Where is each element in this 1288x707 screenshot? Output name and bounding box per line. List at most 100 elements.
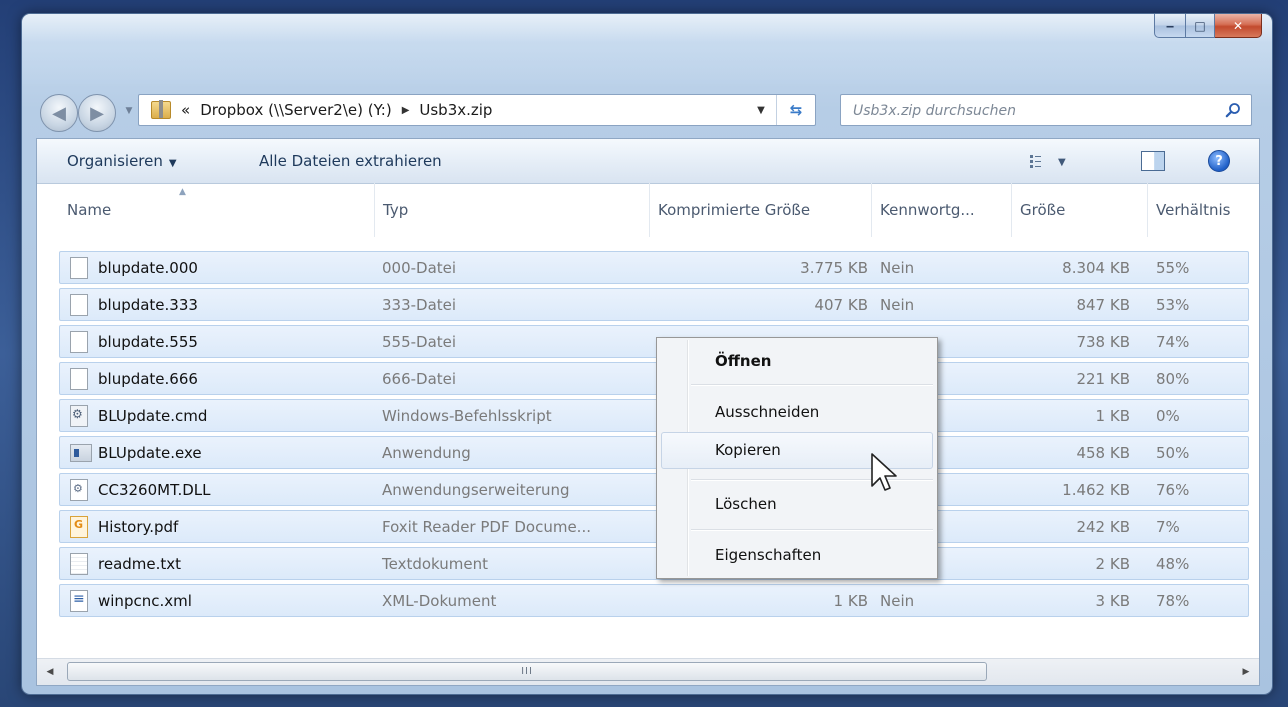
context-menu-cut[interactable]: Ausschneiden [715,403,819,421]
maximize-button[interactable]: □ [1186,14,1215,38]
pdf-file-icon [70,516,88,538]
text-file-icon [70,553,88,575]
help-icon: ? [1215,153,1223,169]
forward-button[interactable]: ▶ [78,94,116,132]
blank-file-icon [70,257,88,279]
file-name: readme.txt [98,555,182,573]
file-type: XML-Dokument [382,592,497,610]
file-name: blupdate.333 [98,296,198,314]
file-row[interactable]: readme.txt Textdokument 2 KB 48% [59,547,1249,580]
breadcrumb-usb3x-zip[interactable]: Usb3x.zip [419,101,492,119]
scroll-right-button[interactable]: ▶ [1239,664,1253,680]
file-name: blupdate.555 [98,333,198,351]
refresh-icon: ⇆ [789,101,803,119]
context-menu-delete[interactable]: Löschen [715,495,777,513]
file-ratio: 50% [1156,444,1190,462]
application-icon [70,444,92,462]
file-row[interactable]: BLUpdate.exe Anwendung 458 KB 50% [59,436,1249,469]
context-menu-copy[interactable]: Kopieren [715,441,781,459]
horizontal-scrollbar[interactable]: ◀ III ▶ [37,658,1259,685]
file-row[interactable]: winpcnc.xml XML-Dokument 1 KB Nein 3 KB … [59,584,1249,617]
address-bar[interactable]: « Dropbox (\\Server2\e) (Y:) ▶ Usb3x.zip… [138,94,816,126]
context-menu-open[interactable]: Öffnen [715,352,771,370]
chevron-down-icon: ▼ [125,106,133,116]
file-ratio: 76% [1156,481,1190,499]
context-menu-properties[interactable]: Eigenschaften [715,546,821,564]
file-name: blupdate.000 [98,259,198,277]
file-row[interactable]: blupdate.666 666-Datei 221 KB 80% [59,362,1249,395]
column-label: Name [67,201,112,219]
file-size: 738 KB [1076,333,1130,351]
file-type: Windows-Befehlsskript [382,407,552,425]
file-ratio: 53% [1156,296,1190,314]
file-ratio: 7% [1156,518,1180,536]
caption-buttons: ‒ □ ✕ [1154,14,1262,38]
file-row[interactable]: CC3260MT.DLL Anwendungserweiterung 1.462… [59,473,1249,506]
title-bar[interactable] [22,14,1272,84]
file-row[interactable]: BLUpdate.cmd Windows-Befehlsskript 1 KB … [59,399,1249,432]
breadcrumb-separator-icon[interactable]: ▶ [402,105,410,116]
column-header-type[interactable]: Typ [375,183,650,237]
file-size: 242 KB [1076,518,1130,536]
column-header-size[interactable]: Größe [1012,183,1148,237]
address-dropdown-button[interactable]: ▼ [753,95,769,125]
blank-file-icon [70,368,88,390]
back-button[interactable]: ◀ [40,94,78,132]
search-icon[interactable] [1225,102,1241,118]
help-button[interactable]: ? [1208,150,1230,172]
chevron-down-icon: ▼ [168,158,177,169]
organize-menu-button[interactable]: Organisieren ▼ [67,152,177,170]
file-type: Anwendungserweiterung [382,481,570,499]
scrollbar-thumb[interactable]: III [67,662,987,681]
column-header-ratio[interactable]: Verhältnis [1148,183,1259,237]
file-password-protected: Nein [880,259,915,277]
script-file-icon [70,405,88,427]
file-row[interactable]: blupdate.333 333-Datei 407 KB Nein 847 K… [59,288,1249,321]
file-size: 1.462 KB [1062,481,1130,499]
zip-folder-icon [151,100,171,119]
column-label: Typ [383,201,409,219]
extract-all-button[interactable]: Alle Dateien extrahieren [259,152,442,170]
file-ratio: 74% [1156,333,1190,351]
column-header-compressed-size[interactable]: Komprimierte Größe [650,183,872,237]
file-name: CC3260MT.DLL [98,481,211,499]
file-type: Foxit Reader PDF Docume... [382,518,591,536]
blank-file-icon [70,331,88,353]
menu-separator [691,529,933,531]
file-ratio: 80% [1156,370,1190,388]
file-size: 8.304 KB [1062,259,1130,277]
column-header-password[interactable]: Kennwortg... [872,183,1012,237]
minimize-button[interactable]: ‒ [1154,14,1186,38]
file-compressed-size: 3.775 KB [800,259,868,277]
scroll-left-button[interactable]: ◀ [43,664,57,680]
column-label: Komprimierte Größe [658,201,811,219]
file-row[interactable]: blupdate.000 000-Datei 3.775 KB Nein 8.3… [59,251,1249,284]
file-type: 000-Datei [382,259,457,277]
file-name: blupdate.666 [98,370,198,388]
breadcrumb-dropbox[interactable]: Dropbox (\\Server2\e) (Y:) [200,101,392,119]
file-type: 666-Datei [382,370,457,388]
column-header: Name ▲ Typ Komprimierte Größe Kennwortg.… [37,183,1259,237]
column-label: Kennwortg... [880,201,975,219]
file-size: 847 KB [1076,296,1130,314]
column-header-name[interactable]: Name ▲ [59,183,375,237]
change-view-button[interactable]: ▼ [1030,152,1070,172]
mouse-pointer-icon [871,453,897,491]
file-row[interactable]: History.pdf Foxit Reader PDF Docume... 2… [59,510,1249,543]
file-size: 1 KB [1095,407,1130,425]
column-label: Größe [1020,201,1066,219]
arrow-left-icon: ◀ [46,667,54,677]
refresh-button[interactable]: ⇆ [776,95,815,125]
search-input[interactable] [851,100,1215,122]
file-ratio: 0% [1156,407,1180,425]
file-row[interactable]: blupdate.555 555-Datei 738 KB 74% [59,325,1249,358]
close-button[interactable]: ✕ [1215,14,1262,38]
recent-pages-dropdown[interactable]: ▼ [122,106,136,120]
file-list-pane: Organisieren ▼ Alle Dateien extrahieren ▼… [36,138,1260,686]
preview-pane-button[interactable] [1141,151,1165,171]
search-box [840,94,1252,126]
sort-ascending-icon: ▲ [179,187,186,197]
address-overflow-chevron[interactable]: « [181,101,190,119]
file-type: 555-Datei [382,333,457,351]
file-size: 221 KB [1076,370,1130,388]
